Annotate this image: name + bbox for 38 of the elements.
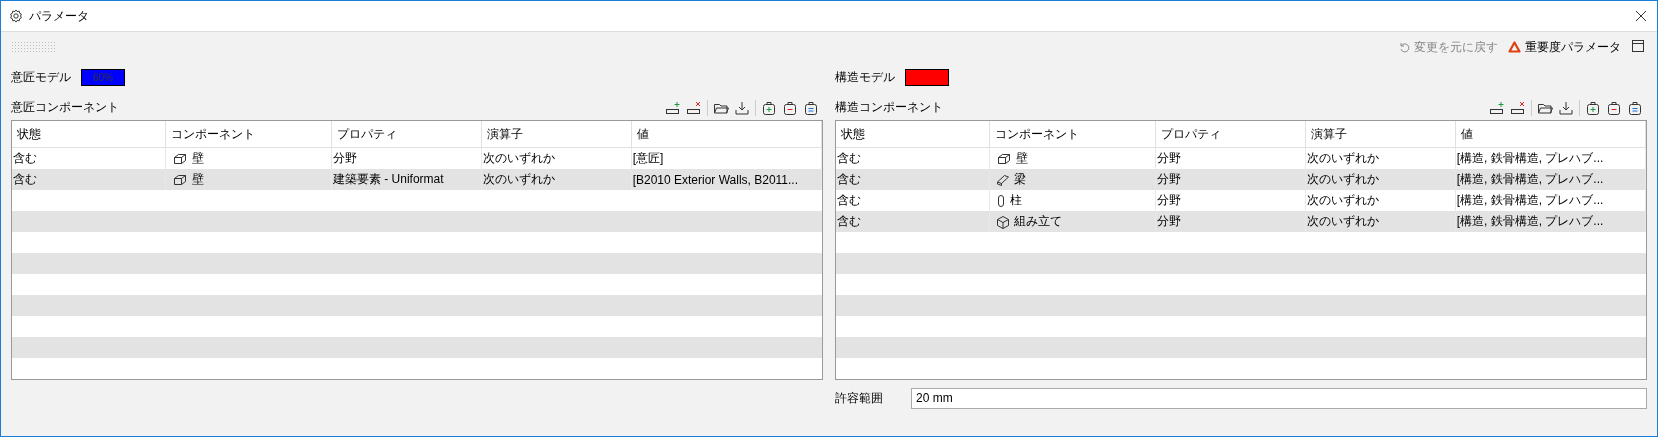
tolerance-label: 許容範囲 (835, 389, 883, 407)
component-name: 壁 (1015, 150, 1028, 167)
add-row-button[interactable] (665, 100, 681, 116)
block-icon (995, 151, 1012, 166)
cube-icon (995, 214, 1010, 229)
model-label: 構造モデル (835, 68, 895, 86)
component-name: 柱 (1009, 192, 1022, 209)
settings-icon (9, 9, 23, 23)
triangle-icon (1508, 41, 1521, 53)
window-layout-button[interactable] (1631, 39, 1647, 55)
bag-minus-button[interactable] (1606, 100, 1622, 116)
importance-button[interactable]: 重要度パラメータ (1508, 38, 1621, 56)
model-color-swatch[interactable] (905, 68, 949, 86)
block-icon (171, 151, 188, 166)
block-icon (171, 172, 188, 187)
section-label: 意匠コンポーネント (11, 99, 119, 116)
delete-row-button[interactable] (1510, 100, 1526, 116)
bag-plus-button[interactable] (1585, 100, 1601, 116)
component-name: 組み立て (1013, 213, 1062, 230)
delete-row-button[interactable] (686, 100, 702, 116)
bag-minus-button[interactable] (782, 100, 798, 116)
download-button[interactable] (1558, 100, 1574, 116)
bag-equal-button[interactable] (803, 100, 819, 116)
bag-equal-button[interactable] (1627, 100, 1643, 116)
download-button[interactable] (734, 100, 750, 116)
column-icon (995, 193, 1006, 208)
component-name: 梁 (1013, 171, 1026, 188)
bag-plus-button[interactable] (761, 100, 777, 116)
undo-icon (1398, 41, 1410, 53)
close-button[interactable] (1633, 8, 1649, 24)
model-label: 意匠モデル (11, 68, 71, 86)
tolerance-field[interactable]: 20 mm (911, 387, 1647, 409)
component-name: 壁 (191, 150, 204, 167)
component-name: 壁 (191, 171, 204, 188)
window-title: パラメータ (29, 7, 90, 25)
add-row-button[interactable] (1489, 100, 1505, 116)
beam-icon (995, 173, 1010, 186)
section-label: 構造コンポーネント (835, 99, 943, 116)
